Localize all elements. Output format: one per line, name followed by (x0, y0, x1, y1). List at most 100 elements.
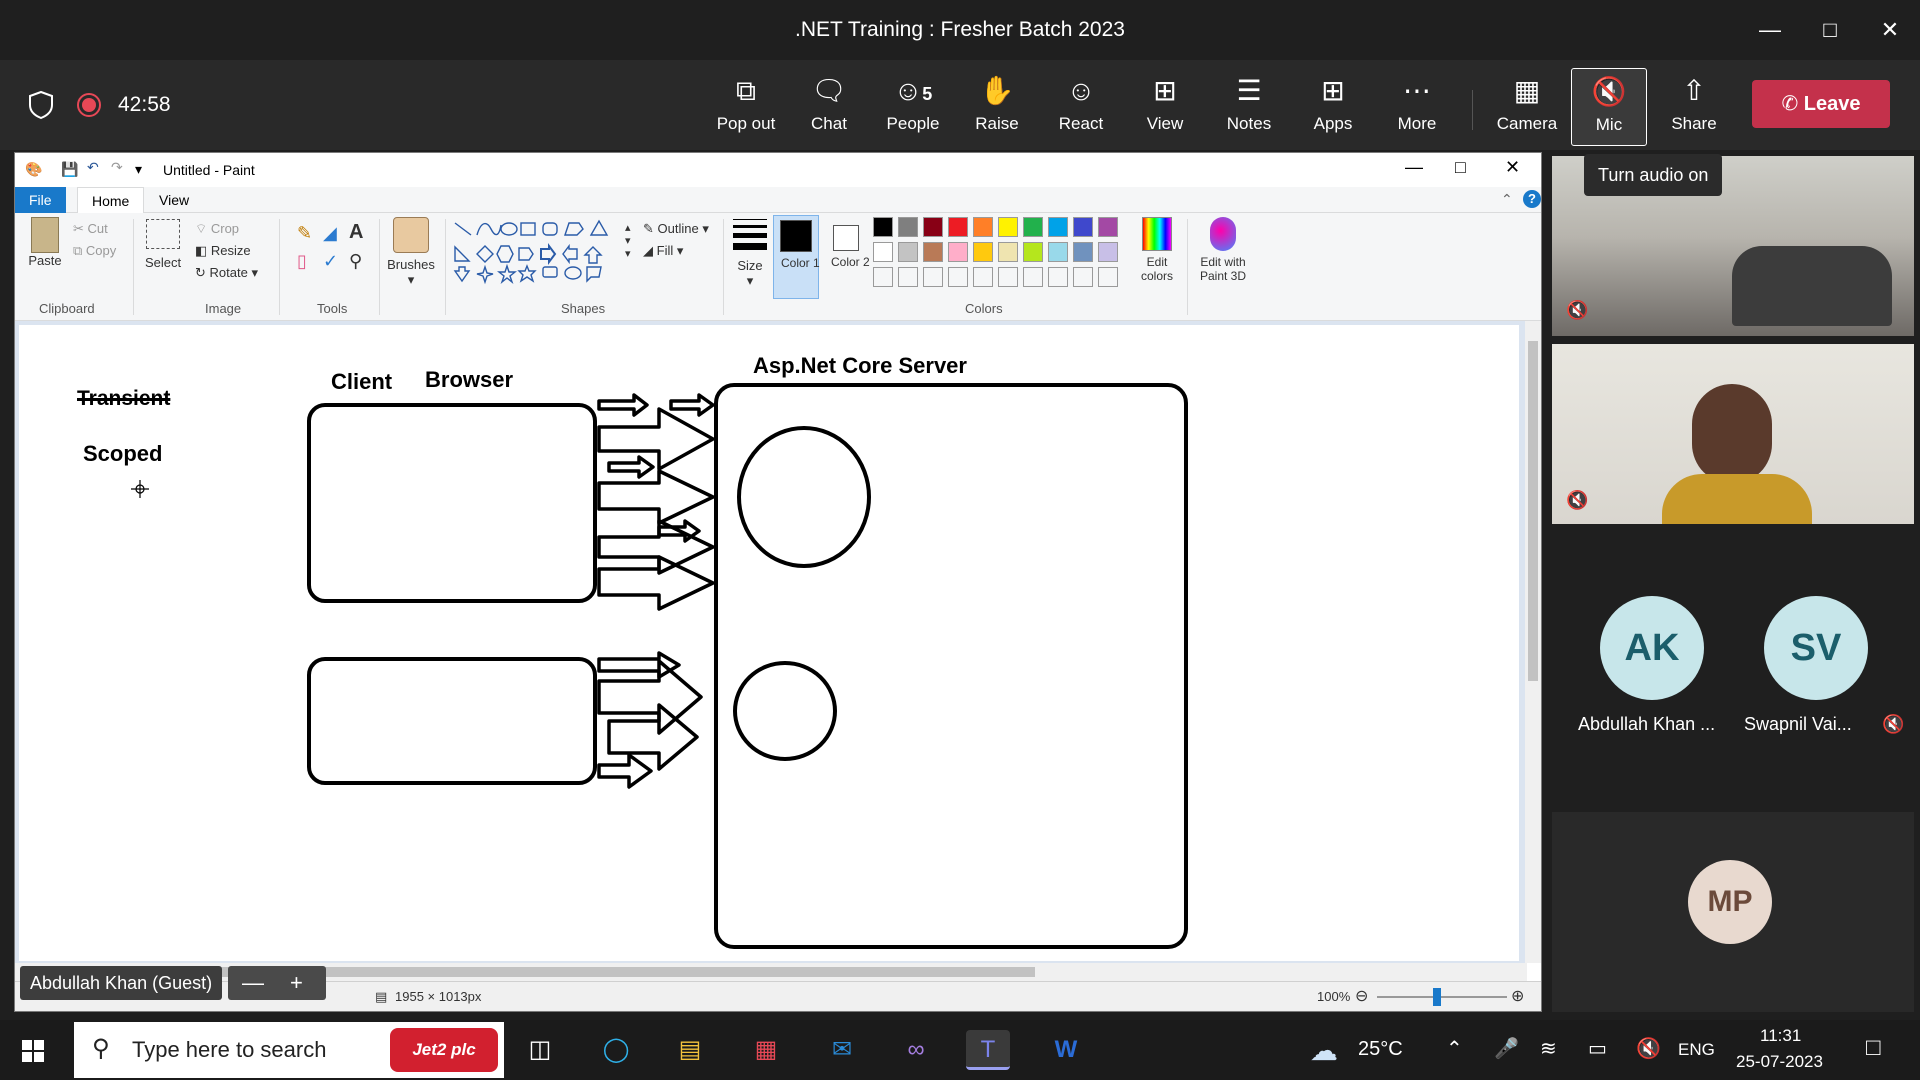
color-swatch[interactable] (948, 217, 968, 237)
custom-color-slot[interactable] (1048, 267, 1068, 287)
outline-dropdown[interactable]: ✎ Outline ▾ (643, 221, 709, 237)
paint-minimize-icon[interactable]: — (1405, 157, 1423, 178)
color-swatch[interactable] (948, 242, 968, 262)
color-swatch[interactable] (998, 242, 1018, 262)
cut-button[interactable]: ✂ Cut (73, 221, 108, 237)
notes-button[interactable]: ☰ Notes (1210, 74, 1288, 140)
pop-out-button[interactable]: ⧉ Pop out (707, 74, 785, 140)
pencil-icon[interactable]: ✎ (297, 223, 312, 244)
shapes-scroll-icon[interactable]: ▴ ▾ ▾ (625, 221, 631, 260)
zoom-in-icon[interactable]: ⊕ (1511, 986, 1524, 1006)
color-swatch[interactable] (1048, 217, 1068, 237)
raise-hand-button[interactable]: ✋ Raise (958, 74, 1036, 140)
clock-date[interactable]: 25-07-2023 (1736, 1052, 1823, 1072)
color-swatch[interactable] (873, 217, 893, 237)
custom-color-slot[interactable] (898, 267, 918, 287)
camera-button[interactable]: ▦ Camera (1488, 74, 1566, 140)
tab-home[interactable]: Home (77, 187, 145, 213)
color-picker-icon[interactable]: ✓ (323, 251, 338, 272)
fill-bucket-icon[interactable]: ◢ (323, 223, 337, 244)
language-indicator[interactable]: ENG (1678, 1040, 1715, 1060)
color-swatch[interactable] (898, 242, 918, 262)
edge-icon[interactable]: ◯ (594, 1030, 638, 1070)
tab-view[interactable]: View (145, 187, 203, 213)
notifications-icon[interactable]: □ (1866, 1034, 1881, 1062)
share-button[interactable]: ⇧ Share (1655, 74, 1733, 140)
color1-button[interactable]: Color 1 (773, 215, 820, 299)
close-icon[interactable]: ✕ (1870, 12, 1910, 48)
edit-colors-button[interactable]: Edit colors (1133, 217, 1181, 283)
chevron-up-icon[interactable]: ⌃ (1446, 1036, 1463, 1061)
task-view-icon[interactable]: ◫ (518, 1030, 562, 1070)
color-swatch[interactable] (1098, 242, 1118, 262)
color-swatch[interactable] (1073, 242, 1093, 262)
mic-button[interactable]: 🔇 Mic (1571, 68, 1647, 146)
vertical-scrollbar[interactable] (1525, 321, 1541, 963)
resize-button[interactable]: ◧ Resize (195, 243, 251, 259)
color-swatch[interactable] (1073, 217, 1093, 237)
minimize-icon[interactable]: — (1750, 12, 1790, 48)
zoom-slider[interactable] (1377, 996, 1507, 998)
search-badge[interactable]: Jet2 plc (390, 1028, 498, 1072)
zoom-slider-thumb[interactable] (1433, 988, 1441, 1006)
participant-video-2[interactable]: 🔇 (1552, 344, 1914, 524)
paste-button[interactable]: Paste (27, 217, 63, 268)
color-swatch[interactable] (973, 242, 993, 262)
copy-button[interactable]: ⧉ Copy (73, 243, 116, 259)
weather-temp[interactable]: 25°C (1358, 1038, 1403, 1061)
custom-color-slot[interactable] (873, 267, 893, 287)
drawing-canvas[interactable]: Transient Scoped Client Browser Asp.Net … (19, 325, 1519, 961)
people-button[interactable]: ☺5 People (874, 74, 952, 140)
participant-tile[interactable]: MP (1552, 812, 1914, 1012)
custom-color-slot[interactable] (1023, 267, 1043, 287)
fill-dropdown[interactable]: ◢ Fill ▾ (643, 243, 683, 259)
color2-button[interactable]: Color 2 (823, 215, 870, 299)
paint-maximize-icon[interactable]: □ (1455, 157, 1466, 178)
custom-color-slot[interactable] (923, 267, 943, 287)
color-swatch[interactable] (1098, 217, 1118, 237)
custom-color-slot[interactable] (973, 267, 993, 287)
teams-icon[interactable]: T (966, 1030, 1010, 1070)
zoom-minus-icon[interactable]: — (242, 966, 264, 1000)
magnifier-icon[interactable]: ⚲ (349, 251, 362, 272)
custom-color-slot[interactable] (998, 267, 1018, 287)
custom-color-slot[interactable] (1098, 267, 1118, 287)
shapes-gallery[interactable] (451, 219, 621, 285)
zoom-plus-icon[interactable]: + (290, 966, 303, 1000)
color-swatch[interactable] (1023, 217, 1043, 237)
view-button[interactable]: ⊞ View (1126, 74, 1204, 140)
volume-muted-icon[interactable]: 🔇 (1636, 1036, 1661, 1061)
size-button[interactable]: Size ▾ (731, 219, 769, 289)
clock-time[interactable]: 11:31 (1760, 1026, 1801, 1046)
rotate-button[interactable]: ↻ Rotate ▾ (195, 265, 258, 281)
color-swatch[interactable] (1023, 242, 1043, 262)
custom-color-slot[interactable] (948, 267, 968, 287)
word-icon[interactable]: W (1044, 1030, 1088, 1070)
brushes-button[interactable]: Brushes ▾ (385, 217, 437, 288)
save-icon[interactable]: 💾 (61, 161, 78, 178)
color-swatch[interactable] (923, 242, 943, 262)
undo-icon[interactable]: ↶ (87, 159, 99, 176)
color-swatch[interactable] (873, 242, 893, 262)
color-swatch[interactable] (1048, 242, 1068, 262)
custom-color-slot[interactable] (1073, 267, 1093, 287)
windows-start-icon[interactable] (22, 1040, 44, 1062)
zoom-out-icon[interactable]: ⊖ (1355, 986, 1368, 1006)
leave-button[interactable]: ✆ Leave (1752, 80, 1890, 128)
color-swatch[interactable] (923, 217, 943, 237)
crop-button[interactable]: ⌔ Crop (195, 221, 239, 237)
color-swatch[interactable] (973, 217, 993, 237)
redo-icon[interactable]: ↷ (111, 159, 123, 176)
apps-button[interactable]: ⊞ Apps (1294, 74, 1372, 140)
file-explorer-icon[interactable]: ▤ (668, 1030, 712, 1070)
battery-icon[interactable]: ▭ (1588, 1036, 1607, 1061)
quick-access-icon[interactable]: ▾ (135, 161, 142, 178)
collapse-ribbon-icon[interactable]: ⌃ (1501, 191, 1513, 208)
avatar[interactable]: SV (1764, 596, 1868, 700)
wifi-icon[interactable]: ≋ (1540, 1036, 1557, 1061)
color-swatch[interactable] (998, 217, 1018, 237)
more-button[interactable]: ⋯ More (1378, 74, 1456, 140)
microphone-icon[interactable]: 🎤 (1494, 1036, 1519, 1061)
color-swatch[interactable] (898, 217, 918, 237)
text-icon[interactable]: A (349, 221, 363, 244)
